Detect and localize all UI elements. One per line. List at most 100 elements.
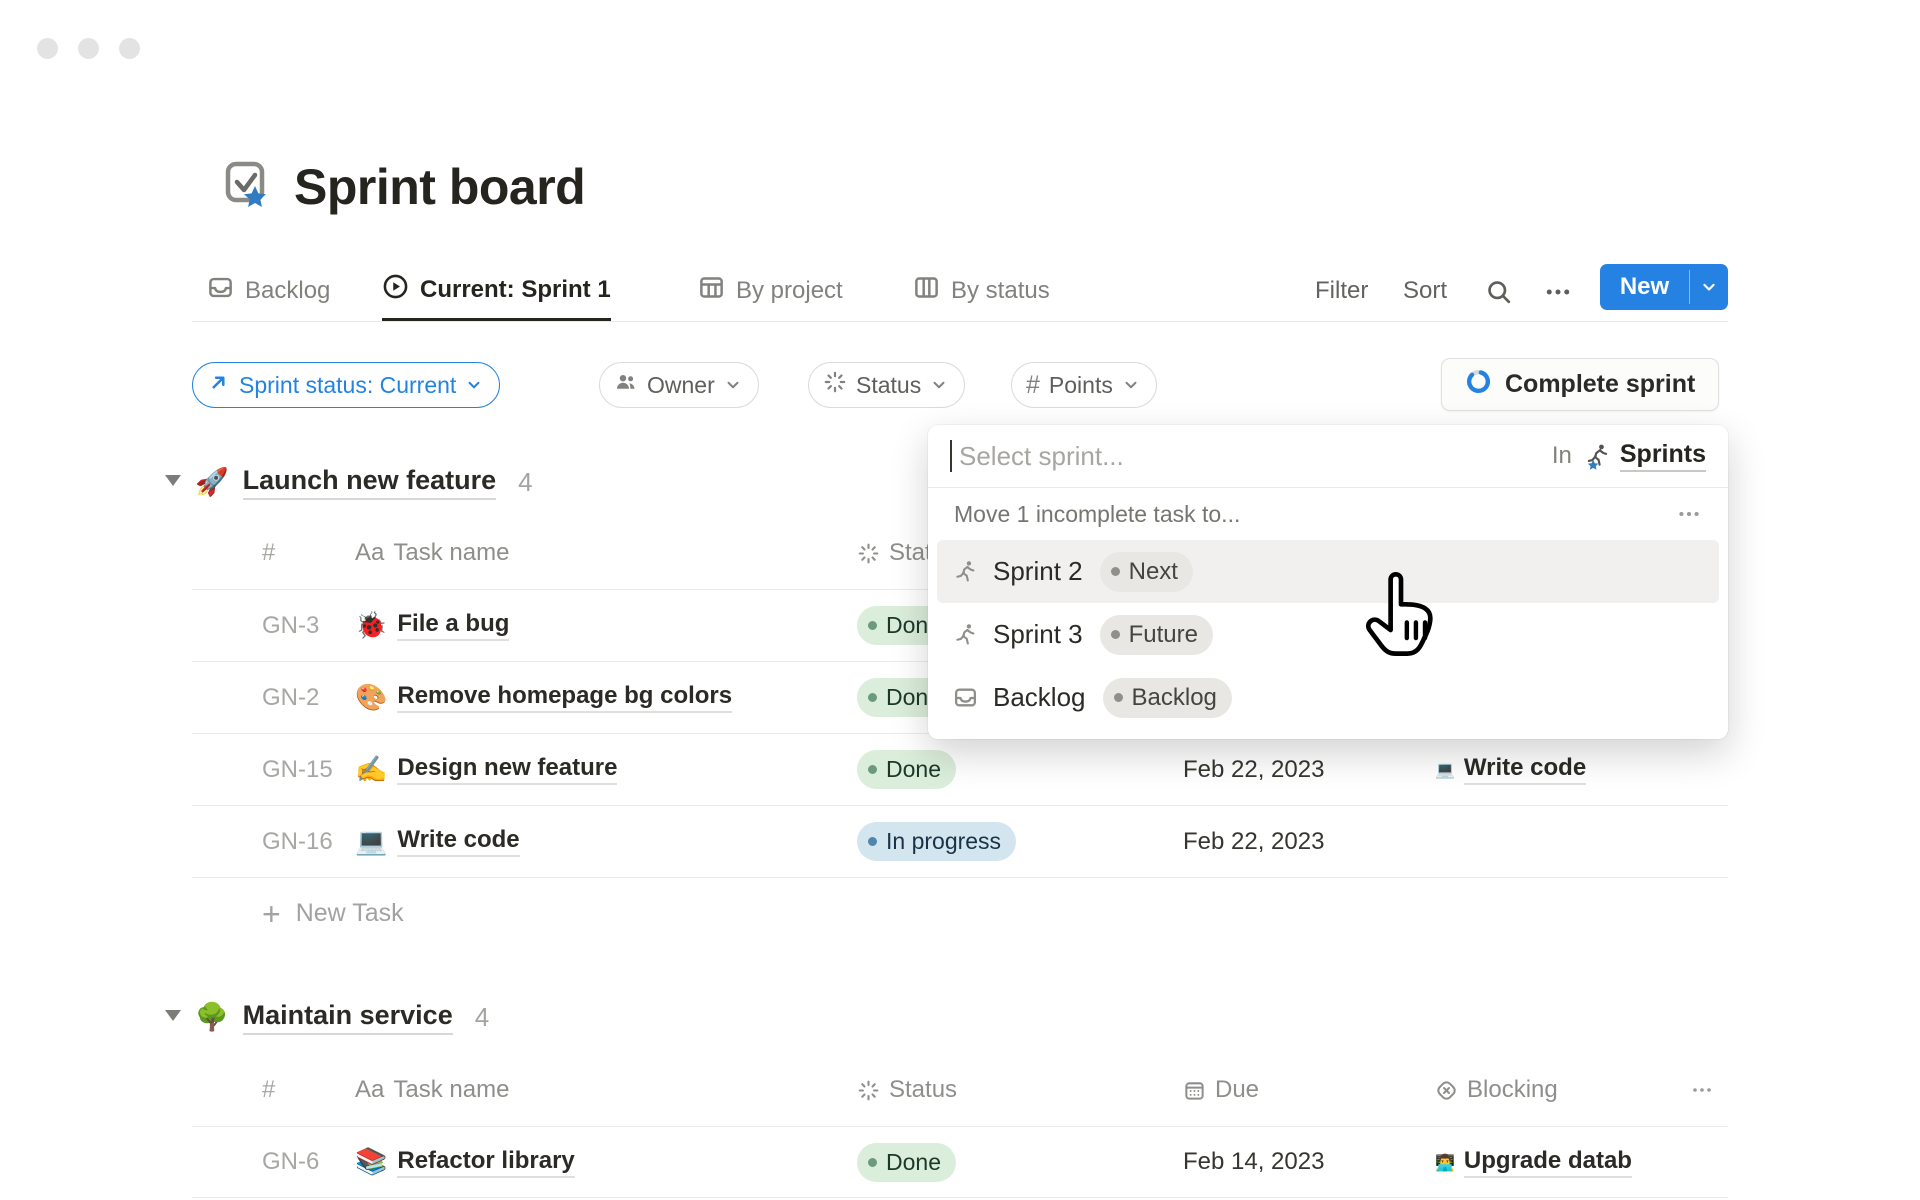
due-date: Feb 22, 2023 bbox=[1183, 828, 1435, 856]
dropdown-option-backlog[interactable]: Backlog Backlog bbox=[937, 666, 1719, 729]
new-dropdown-button[interactable] bbox=[1690, 264, 1728, 310]
filter-chip-label: Points bbox=[1049, 372, 1113, 399]
chevron-down-icon bbox=[1122, 376, 1140, 394]
plus-icon: + bbox=[262, 898, 281, 930]
sprint-status-badge: Next bbox=[1100, 552, 1193, 592]
sprint-search-input[interactable]: Select sprint... In Sprints bbox=[928, 425, 1728, 488]
tab-label: By project bbox=[736, 277, 843, 305]
tab-current-sprint[interactable]: Current: Sprint 1 bbox=[382, 261, 611, 321]
sprint-search-placeholder: Select sprint... bbox=[959, 441, 1552, 472]
tab-by-project[interactable]: By project bbox=[698, 261, 843, 321]
filter-chip-points[interactable]: # Points bbox=[1011, 362, 1157, 408]
text-cursor bbox=[950, 440, 952, 472]
runner-icon bbox=[953, 559, 978, 584]
table-row[interactable]: GN-16 💻 Write code In progress Feb 22, 20… bbox=[192, 805, 1728, 877]
more-options-icon[interactable] bbox=[1676, 501, 1702, 527]
runner-icon bbox=[953, 622, 978, 647]
filter-chip-status[interactable]: Status bbox=[808, 362, 965, 408]
tab-by-status[interactable]: By status bbox=[913, 261, 1050, 321]
column-header-id[interactable]: # bbox=[192, 1076, 355, 1104]
blocking-task-link[interactable]: Write code bbox=[1464, 754, 1586, 785]
table-header-row: # Aa Task name Status Due bbox=[192, 1054, 1728, 1126]
hash-icon: # bbox=[1026, 371, 1040, 400]
complete-sprint-button[interactable]: Complete sprint bbox=[1441, 358, 1719, 411]
complete-sprint-label: Complete sprint bbox=[1505, 370, 1695, 399]
sprint-board-app: Sprint board Backlog Current: Sprint 1 bbox=[0, 0, 1920, 1200]
group-emoji: 🌳 bbox=[195, 1001, 229, 1033]
table-row[interactable]: GN-15 ✍️Design new feature Done Feb 22, … bbox=[192, 733, 1728, 805]
progress-ring-icon bbox=[1465, 368, 1492, 402]
table-more-options-icon[interactable] bbox=[1690, 1078, 1728, 1102]
status-badge: In progress bbox=[857, 822, 1016, 861]
group-title[interactable]: Launch new feature bbox=[243, 465, 497, 500]
column-header-due[interactable]: Due bbox=[1183, 1076, 1435, 1104]
task-name-link[interactable]: Refactor library bbox=[397, 1147, 574, 1178]
blocking-task-emoji: 👨‍💻 bbox=[1435, 1153, 1455, 1172]
status-dot bbox=[868, 693, 877, 702]
window-close-button[interactable] bbox=[37, 38, 58, 59]
dropdown-subtitle-row: Move 1 incomplete task to... bbox=[928, 488, 1728, 540]
dropdown-option-sprint-3[interactable]: Sprint 3 Future bbox=[937, 603, 1719, 666]
filter-chip-sprint-status[interactable]: Sprint status: Current bbox=[192, 362, 500, 408]
window-controls bbox=[37, 38, 140, 59]
filter-chip-label: Status bbox=[856, 372, 921, 399]
task-emoji: 🐞 bbox=[355, 611, 387, 641]
task-emoji: 💻 bbox=[355, 827, 387, 857]
spinner-icon bbox=[823, 370, 847, 400]
status-badge: Done bbox=[857, 750, 956, 789]
more-options-icon[interactable] bbox=[1538, 273, 1578, 311]
sprint-status-badge: Backlog bbox=[1103, 678, 1232, 718]
title-property-icon: Aa bbox=[355, 539, 384, 567]
tab-label: Backlog bbox=[245, 277, 330, 305]
task-id: GN-16 bbox=[192, 828, 355, 856]
task-id: GN-6 bbox=[192, 1148, 355, 1176]
task-name-link[interactable]: Remove homepage bg colors bbox=[397, 682, 732, 713]
group-header-launch-new-feature: 🚀 Launch new feature 4 bbox=[165, 450, 533, 514]
sprint-select-dropdown: Select sprint... In Sprints Move 1 incom… bbox=[928, 425, 1728, 739]
sprints-database-link[interactable]: Sprints bbox=[1584, 440, 1706, 472]
new-button[interactable]: New bbox=[1600, 264, 1689, 310]
due-date: Feb 14, 2023 bbox=[1183, 1148, 1435, 1176]
filter-button[interactable]: Filter bbox=[1315, 261, 1368, 321]
column-header-status[interactable]: Status bbox=[857, 1076, 1183, 1104]
sort-button[interactable]: Sort bbox=[1403, 261, 1447, 321]
search-icon[interactable] bbox=[1479, 273, 1519, 311]
status-dot bbox=[868, 621, 877, 630]
window-minimize-button[interactable] bbox=[78, 38, 99, 59]
task-id: GN-3 bbox=[192, 612, 355, 640]
column-header-blocking[interactable]: Blocking bbox=[1435, 1076, 1690, 1104]
tab-backlog[interactable]: Backlog bbox=[207, 261, 330, 321]
group-count: 4 bbox=[518, 467, 532, 498]
status-dot bbox=[868, 1158, 877, 1167]
column-header-name[interactable]: Aa Task name bbox=[355, 1076, 857, 1104]
status-dot bbox=[868, 837, 877, 846]
task-name-link[interactable]: Design new feature bbox=[397, 754, 617, 785]
collapse-triangle-icon[interactable] bbox=[165, 1008, 181, 1026]
new-task-button[interactable]: + New Task bbox=[192, 877, 1728, 949]
due-date: Feb 22, 2023 bbox=[1183, 756, 1435, 784]
chevron-down-icon bbox=[724, 376, 742, 394]
filter-chip-label: Sprint status: Current bbox=[239, 372, 456, 399]
table-row[interactable]: GN-6 📚Refactor library Done Feb 14, 2023… bbox=[192, 1126, 1728, 1198]
status-dot bbox=[868, 765, 877, 774]
board-columns-icon bbox=[913, 274, 940, 308]
play-circle-icon bbox=[382, 273, 409, 307]
task-name-link[interactable]: File a bug bbox=[397, 610, 509, 641]
group-count: 4 bbox=[475, 1002, 489, 1033]
page-title: Sprint board bbox=[294, 158, 585, 216]
task-name-link[interactable]: Write code bbox=[397, 826, 519, 857]
window-zoom-button[interactable] bbox=[119, 38, 140, 59]
filter-chip-owner[interactable]: Owner bbox=[599, 362, 759, 408]
collapse-triangle-icon[interactable] bbox=[165, 473, 181, 491]
dropdown-option-sprint-2[interactable]: Sprint 2 Next bbox=[937, 540, 1719, 603]
column-header-name[interactable]: Aa Task name bbox=[355, 539, 857, 567]
chevron-down-icon bbox=[930, 376, 948, 394]
blocking-task-link[interactable]: Upgrade datab bbox=[1464, 1147, 1632, 1178]
group-header-maintain-service: 🌳 Maintain service 4 bbox=[165, 985, 489, 1049]
column-header-id[interactable]: # bbox=[192, 539, 355, 567]
dropdown-options: Sprint 2 Next Sprint 3 Future Backlo bbox=[928, 540, 1728, 739]
inbox-icon bbox=[953, 685, 978, 710]
checkbox-star-icon bbox=[222, 159, 274, 216]
group-title[interactable]: Maintain service bbox=[243, 1000, 453, 1035]
task-table-maintain-service: # Aa Task name Status Due bbox=[192, 1054, 1728, 1198]
